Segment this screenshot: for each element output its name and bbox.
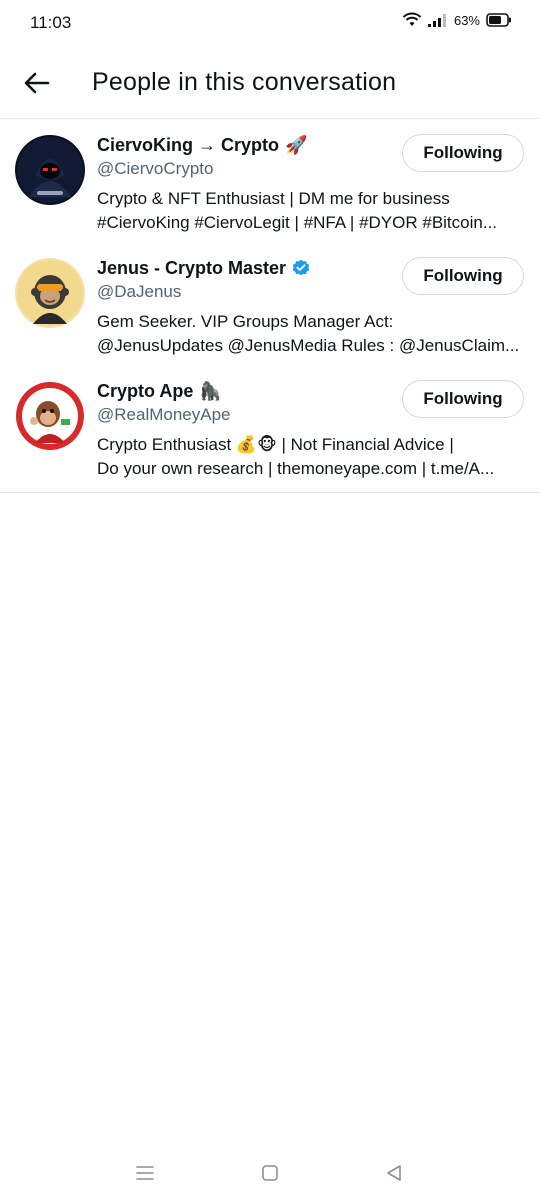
gorilla-emoji: 🦍	[199, 380, 222, 401]
battery-percentage: 63%	[453, 12, 480, 28]
page-title: People in this conversation	[92, 68, 397, 96]
user-bio: Crypto Enthusiast 💰🐵 | Not Financial Adv…	[97, 433, 527, 481]
home-icon	[261, 1164, 279, 1187]
verified-badge-icon	[292, 259, 310, 277]
following-button[interactable]: Following	[402, 257, 524, 295]
bio-line: #CiervoKing #CiervoLegit | #NFA | #DYOR …	[97, 213, 498, 232]
user-bio: Crypto & NFT Enthusiast | DM me for busi…	[97, 187, 527, 235]
status-icons: 63%	[402, 12, 512, 28]
recents-button[interactable]	[132, 1162, 158, 1188]
status-time: 11:03	[30, 13, 72, 32]
person-row[interactable]: Jenus - Crypto Master @DaJenus Gem Seeke…	[0, 242, 540, 365]
user-bio: Gem Seeker. VIP Groups Manager Act: @Jen…	[97, 310, 527, 358]
rocket-emoji: 🚀	[285, 134, 308, 155]
person-row[interactable]: CiervoKing → Crypto 🚀 @CiervoCrypto Cryp…	[0, 119, 540, 242]
status-bar: 11:03 63%	[0, 0, 540, 46]
bio-line: Do your own research | themoneyape.com |…	[97, 459, 495, 478]
header: People in this conversation	[0, 50, 540, 119]
following-button[interactable]: Following	[402, 134, 524, 172]
person-row[interactable]: Crypto Ape 🦍 @RealMoneyApe Crypto Enthus…	[0, 365, 540, 493]
wifi-icon	[402, 12, 422, 28]
avatar[interactable]	[15, 135, 85, 205]
back-triangle-icon	[385, 1164, 403, 1187]
avatar[interactable]	[15, 258, 85, 328]
avatar[interactable]	[15, 381, 85, 451]
recents-icon	[136, 1165, 154, 1186]
bio-line: Crypto & NFT Enthusiast | DM me for busi…	[97, 189, 450, 208]
display-name: CiervoKing → Crypto	[97, 134, 280, 155]
people-list: CiervoKing → Crypto 🚀 @CiervoCrypto Cryp…	[0, 119, 540, 493]
bio-line: @JenusUpdates @JenusMedia Rules : @Jenus…	[97, 336, 520, 355]
home-button[interactable]	[257, 1162, 283, 1188]
system-navigation-bar	[0, 1150, 540, 1200]
arrow-left-icon	[24, 72, 50, 99]
following-button[interactable]: Following	[402, 380, 524, 418]
nav-back-button[interactable]	[381, 1162, 407, 1188]
battery-icon	[486, 13, 512, 27]
display-name: Crypto Ape	[97, 380, 194, 401]
back-button[interactable]	[20, 68, 54, 102]
display-name: Jenus - Crypto Master	[97, 257, 287, 278]
signal-icon	[427, 13, 446, 27]
bio-line: Gem Seeker. VIP Groups Manager Act:	[97, 312, 394, 331]
bio-line: Crypto Enthusiast 💰🐵 | Not Financial Adv…	[97, 435, 454, 454]
